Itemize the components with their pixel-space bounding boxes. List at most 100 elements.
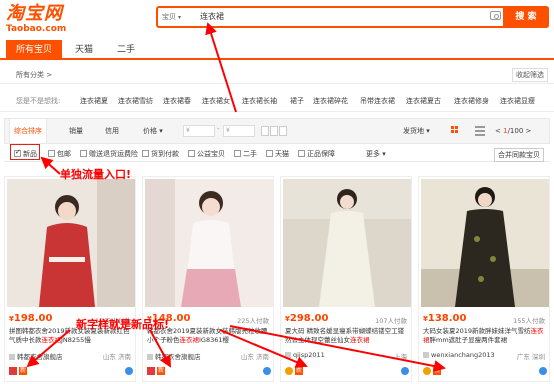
suggest-item[interactable]: 连衣裙长袖	[242, 96, 277, 106]
new-badge-icon: 新	[433, 367, 441, 375]
new-badge-icon: 新	[19, 367, 27, 375]
price-dash: -	[217, 125, 220, 133]
page-total: /100	[507, 127, 524, 135]
chevron-down-icon: ▾	[178, 14, 182, 21]
pager: < 1/100 >	[495, 119, 531, 143]
merge-same-button[interactable]: 合并同款宝贝	[494, 148, 544, 162]
search-bar: 宝贝 ▾ 连衣裙 搜 索	[156, 6, 549, 28]
checkbox-free-shipping[interactable]: 包邮	[48, 149, 71, 159]
wangwang-chat-icon[interactable]	[263, 367, 271, 375]
more-filters[interactable]: 更多 ▾	[366, 149, 386, 159]
product-image[interactable]	[145, 179, 273, 307]
checkbox-return-insurance[interactable]: 赠送退货运费险	[80, 149, 138, 159]
suggest-label: 您是不是想找:	[16, 97, 61, 105]
shop-name[interactable]: 韩都衣舍旗舰店	[147, 351, 201, 361]
tab-all[interactable]: 所有宝贝	[6, 40, 62, 60]
sort-credit[interactable]: 信用	[105, 119, 119, 143]
product-card[interactable]: ¥198.00 1863人付款 拼图韩都衣舍2019新款女装夏装新款红色气质中长…	[4, 176, 136, 382]
product-price: ¥198.00	[9, 313, 53, 324]
product-title[interactable]: 大码女装夏2019新款胖妹妹洋气雪纺连衣裙胖mm遮肚子显瘦两件套裙	[423, 327, 547, 345]
search-scope-select[interactable]: 宝贝 ▾	[162, 12, 181, 22]
collapse-filter-button[interactable]: 收起筛选	[512, 68, 548, 82]
taobao-logo[interactable]: 淘宝网 Taobao.com	[6, 3, 74, 35]
shop-icon	[147, 354, 153, 360]
annotation-highlight-box	[10, 144, 40, 160]
shop-icon	[285, 352, 291, 358]
tmall-icon[interactable]	[147, 367, 155, 375]
ship-from-select[interactable]: 发货地 ▾	[403, 119, 430, 143]
shop-name[interactable]: qiisp2011	[285, 351, 325, 359]
sort-bar: 综合排序 销量 信用 价格 ▾ ¥ - ¥ 发货地 ▾ < 1/100 >	[4, 118, 550, 144]
wangwang-chat-icon[interactable]	[539, 367, 547, 375]
product-photo-woman-red-dress	[7, 179, 135, 307]
prev-page-icon[interactable]: <	[495, 127, 501, 135]
tmall-icon[interactable]	[9, 367, 17, 375]
location: 上海	[394, 353, 407, 361]
tab-tmall[interactable]: 天猫	[66, 40, 102, 60]
product-card[interactable]: ¥298.00 107人付款 夏大码 精致名媛显瘦系带蝴蝶结镂空工镂然公主体现空…	[280, 176, 412, 382]
product-image[interactable]	[283, 179, 411, 307]
sort-default[interactable]: 综合排序	[9, 119, 47, 143]
location: 广东 深圳	[516, 353, 545, 361]
checkbox-genuine[interactable]: 正品保障	[298, 149, 335, 159]
chevron-down-icon: ▾	[382, 150, 386, 158]
badge-row: 新	[9, 367, 133, 377]
badge-row: 新	[147, 367, 271, 377]
checkbox-secondhand[interactable]: 二手	[234, 149, 257, 159]
list-view-icon[interactable]	[475, 126, 485, 136]
wangwang-chat-icon[interactable]	[401, 367, 409, 375]
shop-icon	[423, 352, 429, 358]
sort-price[interactable]: 价格 ▾	[143, 119, 163, 143]
suggest-item[interactable]: 连衣裙显瘦	[500, 96, 535, 106]
camera-icon[interactable]	[490, 11, 501, 20]
tab-secondhand[interactable]: 二手	[108, 40, 144, 60]
grid-view-icon[interactable]	[451, 126, 461, 136]
paid-count: 155人付款	[513, 317, 545, 325]
product-image[interactable]	[421, 179, 549, 307]
checkbox-cod[interactable]: 货到付款	[142, 149, 179, 159]
suggest-item[interactable]: 连衣裙雪纺	[118, 96, 153, 106]
product-image[interactable]	[7, 179, 135, 307]
new-badge-icon: 新	[157, 367, 165, 375]
product-card[interactable]: ¥138.00 155人付款 大码女装夏2019新款胖妹妹洋气雪纺连衣裙胖mm遮…	[418, 176, 550, 382]
suggest-item[interactable]: 吊带连衣裙	[360, 96, 395, 106]
product-title[interactable]: 夏大码 精致名媛显瘦系带蝴蝶结镂空工镂然公主体现空蕾丝仙女连衣裙	[285, 327, 409, 345]
product-price: ¥138.00	[423, 313, 467, 324]
suggest-item[interactable]: 连衣裙修身	[454, 96, 489, 106]
suggest-item[interactable]: 连衣裙夏	[80, 96, 108, 106]
search-input[interactable]: 连衣裙	[200, 11, 224, 22]
suggest-row: 您是不是想找: 连衣裙夏 连衣裙雪纺 连衣裙春 连衣裙女 连衣裙长袖 裙子 连衣…	[0, 88, 554, 112]
suggest-item[interactable]: 连衣裙女	[202, 96, 230, 106]
logo-cn: 淘宝网	[6, 3, 63, 24]
logo-en: Taobao.com	[6, 24, 67, 34]
suggest-item[interactable]: 裙子	[290, 96, 304, 106]
annotation-entry-text: 单独流量入口!	[60, 168, 132, 181]
next-page-icon[interactable]: >	[526, 127, 532, 135]
all-categories[interactable]: 所有分类 >	[16, 70, 52, 80]
product-card[interactable]: ¥148.00 225人付款 韩都衣舍2019夏装新款女装韩版亮粒收腰小个子粉色…	[142, 176, 274, 382]
chevron-down-icon: ▾	[159, 127, 163, 135]
search-button[interactable]: 搜 索	[503, 6, 549, 28]
checkbox-charity[interactable]: 公益宝贝	[188, 149, 225, 159]
filter-checkbox-row: 新品 包邮 赠送退货运费险 货到付款 公益宝贝 二手 天猫 正品保障 更多 ▾ …	[4, 146, 550, 162]
paid-count: 225人付款	[237, 317, 269, 325]
checkbox-tmall[interactable]: 天猫	[266, 149, 289, 159]
shop-icon	[9, 354, 15, 360]
wangwang-chat-icon[interactable]	[125, 367, 133, 375]
price-from-input[interactable]: ¥	[183, 125, 215, 137]
product-photo-woman-pink-dress	[145, 179, 273, 307]
price-to-input[interactable]: ¥	[223, 125, 255, 137]
suggest-item[interactable]: 连衣裙夏古	[406, 96, 441, 106]
sort-sales[interactable]: 销量	[69, 119, 83, 143]
new-badge-icon: 新	[295, 367, 303, 375]
price-range-bars[interactable]	[261, 126, 297, 136]
shop-name[interactable]: wenxianchang2013	[423, 351, 495, 359]
badge-row: 新	[285, 367, 409, 377]
crown-icon	[423, 367, 431, 375]
category-row: 所有分类 > 收起筛选	[0, 64, 554, 84]
crown-icon	[285, 367, 293, 375]
shop-name[interactable]: 韩都衣舍旗舰店	[9, 351, 63, 361]
suggest-item[interactable]: 连衣裙春	[163, 96, 191, 106]
location: 山东 济南	[240, 353, 269, 361]
suggest-item[interactable]: 连衣裙碎花	[313, 96, 348, 106]
